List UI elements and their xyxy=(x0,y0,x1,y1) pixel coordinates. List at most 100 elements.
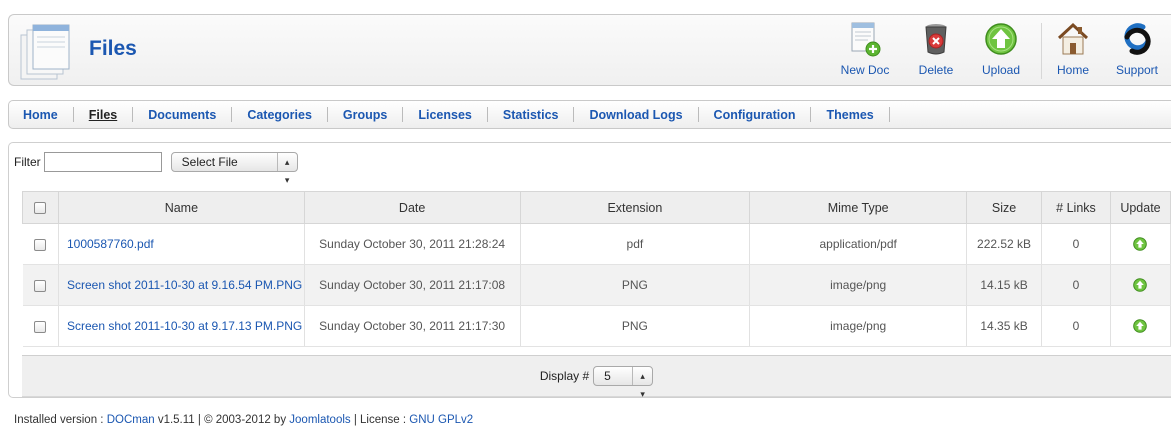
row-checkbox[interactable] xyxy=(34,320,47,333)
filter-row: Filter Select File ▴ ▾ xyxy=(14,151,298,185)
table-header-row: Name Date Extension Mime Type Size # Lin… xyxy=(22,191,1171,224)
new-doc-label: New Doc xyxy=(840,63,890,77)
row-select-cell xyxy=(22,264,59,306)
column-header-size[interactable]: Size xyxy=(966,191,1043,224)
new-doc-button[interactable]: New Doc xyxy=(837,21,893,83)
file-date: Sunday October 30, 2011 21:17:30 xyxy=(304,305,521,347)
submenu-link-themes[interactable]: Themes xyxy=(811,108,888,122)
submenu-item-groups: Groups xyxy=(328,108,402,122)
column-header-name[interactable]: Name xyxy=(57,191,305,224)
update-cell xyxy=(1110,264,1171,306)
file-select[interactable]: Select File ▴ ▾ xyxy=(170,152,298,185)
files-table: Name Date Extension Mime Type Size # Lin… xyxy=(22,191,1171,347)
submenu-item-home: Home xyxy=(23,108,73,122)
column-header-mime-type[interactable]: Mime Type xyxy=(749,191,968,224)
table-row: 1000587760.pdf Sunday October 30, 2011 21… xyxy=(22,223,1171,265)
file-links: 0 xyxy=(1041,223,1111,265)
file-name-cell: Screen shot 2011-10-30 at 9.16.54 PM.PNG xyxy=(58,264,305,306)
file-name-cell: Screen shot 2011-10-30 at 9.17.13 PM.PNG xyxy=(58,305,305,347)
update-arrow-icon[interactable] xyxy=(1133,237,1148,252)
file-extension: PNG xyxy=(520,264,751,306)
toolbar-divider xyxy=(1041,23,1042,79)
submenu-item-licenses: Licenses xyxy=(403,108,487,122)
file-extension: PNG xyxy=(520,305,751,347)
select-all-checkbox[interactable] xyxy=(34,202,47,215)
submenu: Home Files Documents Categories Groups Licens… xyxy=(8,100,1171,129)
submenu-link-configuration[interactable]: Configuration xyxy=(699,108,811,122)
license-link[interactable]: GNU GPLv2 xyxy=(409,414,473,426)
row-checkbox[interactable] xyxy=(34,238,47,251)
file-links: 0 xyxy=(1041,305,1111,347)
new-document-icon xyxy=(851,22,881,57)
select-arrows-icon: ▴ ▾ xyxy=(632,367,652,399)
trash-icon xyxy=(925,24,947,55)
file-name-link[interactable]: 1000587760.pdf xyxy=(67,237,154,251)
submenu-item-statistics: Statistics xyxy=(488,108,574,122)
row-checkbox[interactable] xyxy=(34,279,47,292)
joomlatools-logo-icon xyxy=(1124,23,1151,55)
file-name-cell: 1000587760.pdf xyxy=(58,223,305,265)
filter-input[interactable] xyxy=(43,152,162,172)
upload-button[interactable]: Upload xyxy=(973,21,1029,83)
file-extension: pdf xyxy=(520,223,751,265)
joomlatools-link[interactable]: Joomlatools xyxy=(289,414,350,426)
row-select-cell xyxy=(22,305,59,347)
file-mime-type: image/png xyxy=(749,305,968,347)
support-label: Support xyxy=(1115,63,1159,77)
update-arrow-icon[interactable] xyxy=(1133,319,1148,334)
submenu-link-home[interactable]: Home xyxy=(23,108,73,122)
submenu-item-documents: Documents xyxy=(133,108,231,122)
column-header-extension[interactable]: Extension xyxy=(519,191,751,224)
footer-license-label: | License : xyxy=(350,414,410,426)
page-title: Files xyxy=(89,37,137,60)
submenu-item-files: Files xyxy=(74,108,133,122)
update-arrow-icon[interactable] xyxy=(1133,278,1148,293)
submenu-link-documents[interactable]: Documents xyxy=(133,108,231,122)
row-select-cell xyxy=(22,223,59,265)
file-name-link[interactable]: Screen shot 2011-10-30 at 9.17.13 PM.PNG xyxy=(67,319,302,333)
submenu-list: Home Files Documents Categories Groups Licens… xyxy=(9,101,1171,128)
footer-prefix: Installed version : xyxy=(14,414,107,426)
footer-credits: Installed version : DOCman v1.5.11 | © 2… xyxy=(14,414,473,426)
column-header-links[interactable]: # Links xyxy=(1041,191,1111,224)
file-date: Sunday October 30, 2011 21:28:24 xyxy=(304,223,521,265)
file-size: 222.52 kB xyxy=(966,223,1043,265)
update-cell xyxy=(1110,223,1171,265)
file-size: 14.15 kB xyxy=(966,264,1043,306)
file-links: 0 xyxy=(1041,264,1111,306)
delete-button[interactable]: Delete xyxy=(908,21,964,83)
table-row: Screen shot 2011-10-30 at 9.16.54 PM.PNG… xyxy=(22,264,1171,306)
submenu-link-groups[interactable]: Groups xyxy=(328,108,402,122)
display-count-value: 5 xyxy=(604,369,611,383)
support-button[interactable]: Support xyxy=(1109,21,1165,83)
display-count-select[interactable]: 5 ▴ ▾ xyxy=(593,366,654,399)
table-row: Screen shot 2011-10-30 at 9.17.13 PM.PNG… xyxy=(22,305,1171,347)
home-button[interactable]: Home xyxy=(1045,21,1101,83)
upload-arrow-icon xyxy=(985,23,1017,55)
submenu-item-download-logs: Download Logs xyxy=(574,108,697,122)
submenu-divider xyxy=(888,107,890,122)
submenu-link-licenses[interactable]: Licenses xyxy=(403,108,487,122)
update-cell xyxy=(1110,305,1171,347)
submenu-link-statistics[interactable]: Statistics xyxy=(488,108,574,122)
display-count-label: Display # xyxy=(539,369,590,383)
column-header-update: Update xyxy=(1109,191,1171,224)
file-name-link[interactable]: Screen shot 2011-10-30 at 9.16.54 PM.PNG xyxy=(67,278,302,292)
submenu-item-configuration: Configuration xyxy=(699,108,811,122)
filter-label: Filter xyxy=(14,155,41,169)
submenu-link-files[interactable]: Files xyxy=(74,108,133,122)
house-icon xyxy=(1057,22,1089,55)
submenu-link-download-logs[interactable]: Download Logs xyxy=(574,108,697,122)
select-all-cell xyxy=(22,191,59,224)
submenu-link-categories[interactable]: Categories xyxy=(232,108,327,122)
file-size: 14.35 kB xyxy=(966,305,1043,347)
submenu-item-categories: Categories xyxy=(232,108,327,122)
footer-version: v1.5.11 | © 2003-2012 by xyxy=(154,414,290,426)
upload-label: Upload xyxy=(981,63,1021,77)
table-body: 1000587760.pdf Sunday October 30, 2011 21… xyxy=(22,223,1171,347)
docman-link[interactable]: DOCman xyxy=(107,414,155,426)
files-icon xyxy=(20,24,70,80)
toolbar: Files New Doc Delete Upload Home Support xyxy=(8,14,1171,86)
select-arrows-icon: ▴ ▾ xyxy=(276,153,297,185)
column-header-date[interactable]: Date xyxy=(303,191,521,224)
